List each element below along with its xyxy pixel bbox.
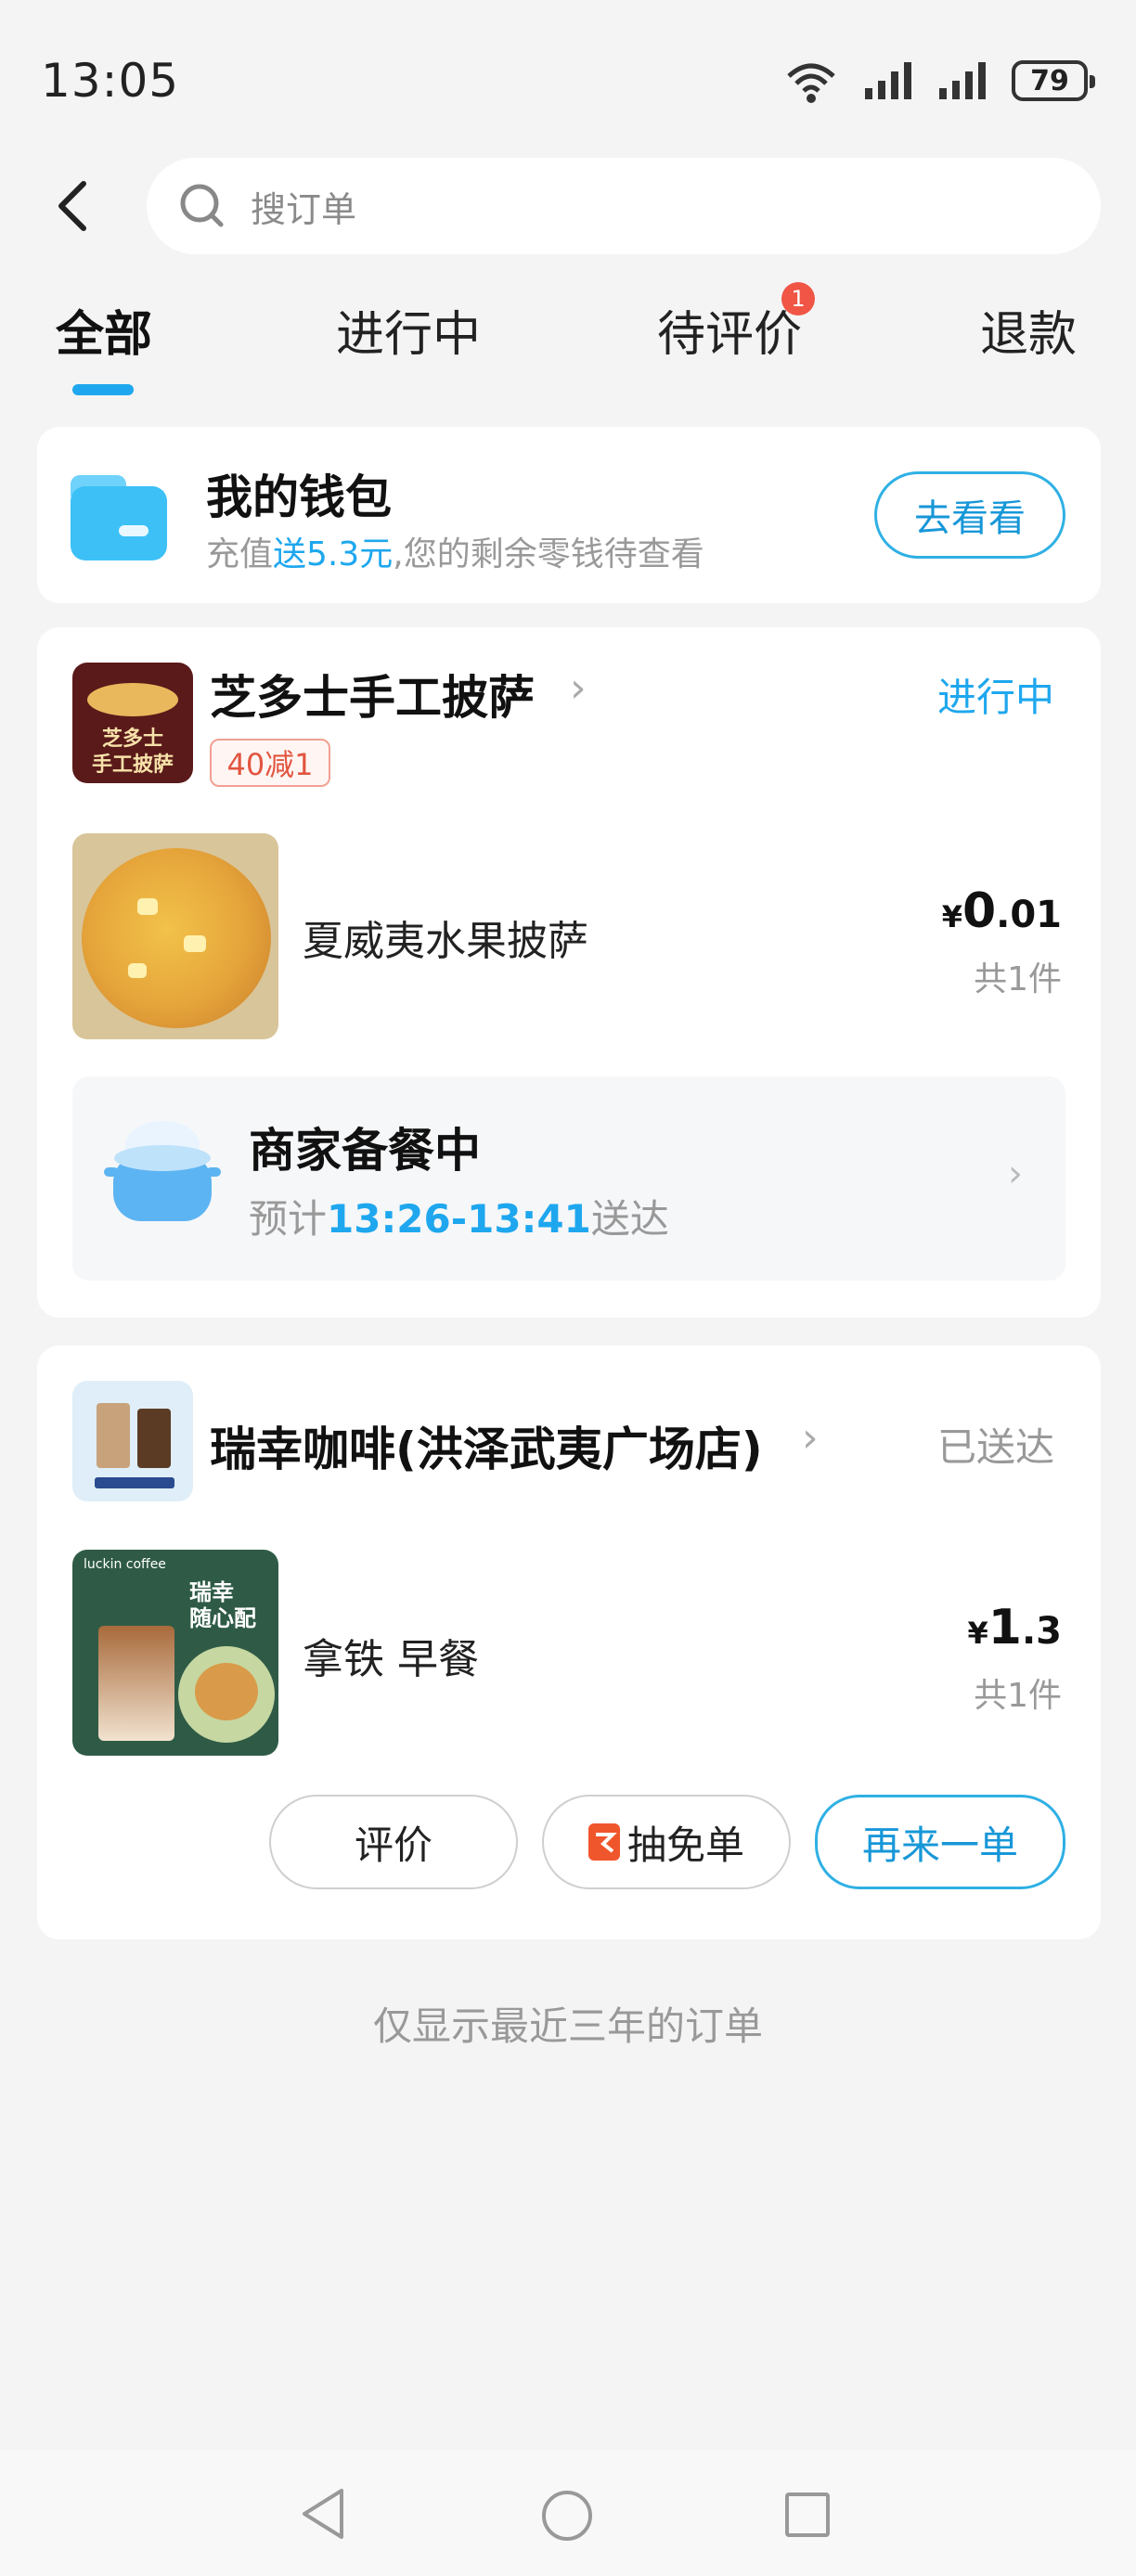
tab-all[interactable]: 全部 [56, 295, 152, 365]
item-name: 夏威夷水果披萨 [303, 918, 588, 965]
back-arrow-icon[interactable] [46, 178, 102, 234]
eta-time: 13:26-13:41 [327, 1196, 591, 1242]
shop-logo: 芝多士 手工披萨 [72, 663, 193, 783]
order-status: 已送达 [937, 1424, 1055, 1470]
battery-indicator: 79 [1012, 60, 1095, 101]
chevron-right-icon: › [570, 664, 587, 712]
item-count: 共1件 [974, 1677, 1062, 1715]
chevron-right-icon: › [1008, 1153, 1023, 1195]
wallet-title: 我的钱包 [206, 470, 392, 524]
tab-in-progress[interactable]: 进行中 [336, 295, 481, 365]
coffee-image: luckin coffee 瑞幸 随心配 [72, 1550, 278, 1756]
wallet-view-button[interactable]: 去看看 [874, 471, 1065, 559]
signal-icon [865, 62, 911, 99]
status-icons: 79 [781, 58, 1095, 104]
review-button[interactable]: 评价 [269, 1795, 518, 1889]
item-price: ¥1.3 [967, 1600, 1062, 1655]
status-time: 13:05 [41, 54, 180, 108]
lottery-label: 抽免单 [626, 1822, 744, 1868]
notification-badge: 1 [781, 282, 815, 316]
search-input[interactable]: 搜订单 [147, 158, 1101, 254]
nav-home-icon[interactable] [540, 2489, 594, 2543]
shop-logo [72, 1381, 193, 1501]
nav-back-icon[interactable] [299, 2487, 349, 2541]
reorder-button[interactable]: 再来一单 [815, 1795, 1065, 1889]
image-brand-text: luckin coffee [84, 1557, 166, 1572]
wifi-icon [787, 63, 835, 103]
pizza-image [72, 833, 278, 1039]
item-count: 共1件 [974, 960, 1062, 998]
chevron-right-icon: › [802, 1414, 819, 1462]
eta-text: 预计13:26-13:41送达 [249, 1196, 669, 1242]
prep-status-title: 商家备餐中 [249, 1124, 481, 1178]
search-placeholder: 搜订单 [251, 188, 357, 230]
history-note: 仅显示最近三年的订单 [372, 2003, 763, 2049]
nav-recents-icon[interactable] [783, 2491, 832, 2539]
shop-name[interactable]: 芝多士手工披萨 [210, 661, 535, 728]
delivery-progress-panel[interactable] [72, 1076, 1065, 1281]
wallet-icon [71, 475, 167, 560]
item-name: 拿铁 早餐 [303, 1636, 479, 1683]
search-icon [180, 184, 224, 227]
wallet-subtitle: 充值送5.3元,您的剩余零钱待查看 [206, 535, 704, 573]
shop-logo-text-2: 手工披萨 [91, 753, 174, 777]
active-tab-indicator [72, 384, 134, 395]
lottery-button[interactable]: 抽免单 [542, 1795, 791, 1889]
promo-badge: 40减1 [210, 739, 330, 787]
pizza-logo-graphic [87, 683, 178, 716]
tab-refund[interactable]: 退款 [980, 295, 1077, 365]
lottery-icon [587, 1823, 620, 1861]
shop-name[interactable]: 瑞幸咖啡(洪泽武夷广场店) [210, 1412, 763, 1479]
battery-level: 79 [1030, 64, 1069, 97]
signal-icon-2 [939, 62, 986, 99]
item-price: ¥0.01 [941, 883, 1062, 939]
order-status: 进行中 [937, 675, 1055, 720]
cooking-pot-icon [104, 1121, 221, 1221]
wallet-bonus: 送5.3元 [273, 535, 394, 573]
image-caption-2: 随心配 [189, 1605, 256, 1631]
tab-pending-review[interactable]: 待评价 [657, 295, 802, 365]
